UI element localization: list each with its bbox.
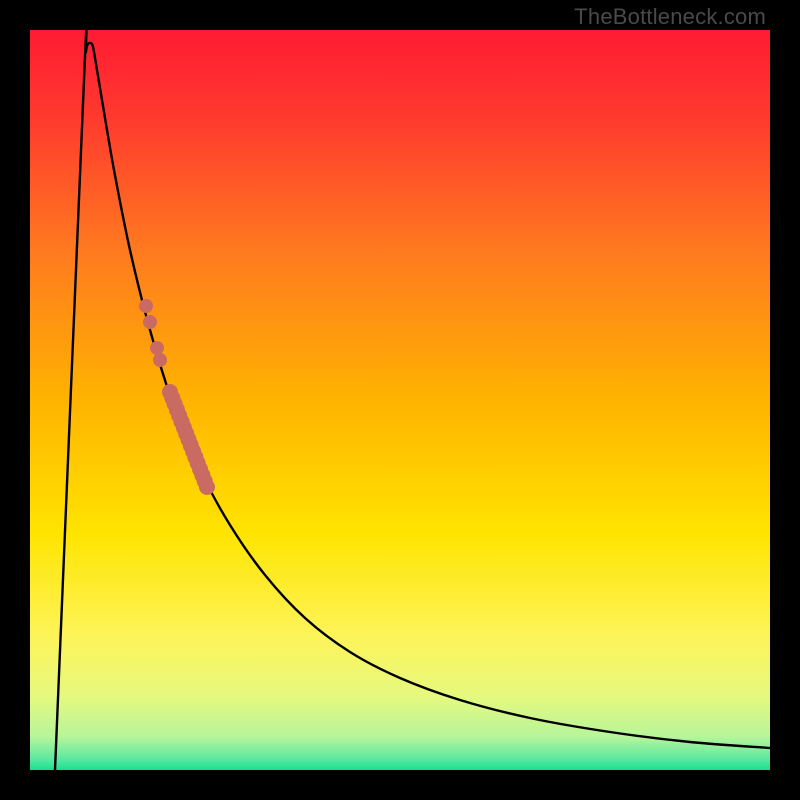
chart-frame: TheBottleneck.com [0,0,800,800]
chart-svg [30,30,770,770]
plot-area [30,30,770,770]
highlight-dot [153,353,167,367]
highlight-dot [139,299,153,313]
highlight-dot [199,479,215,495]
watermark-text: TheBottleneck.com [574,4,766,30]
gradient-background [30,30,770,770]
highlight-dot [143,315,157,329]
highlight-dot [150,341,164,355]
